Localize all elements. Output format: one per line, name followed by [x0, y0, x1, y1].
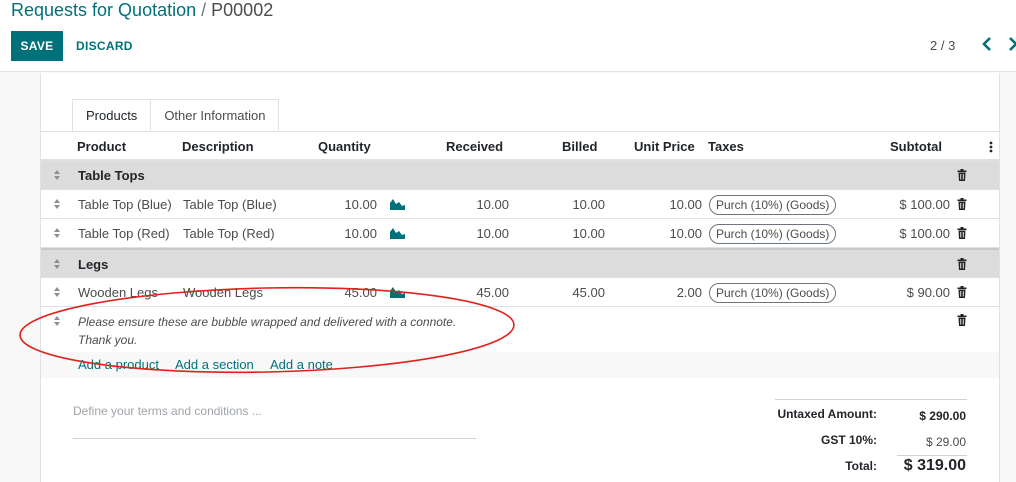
- description-cell[interactable]: Table Top (Red): [183, 226, 275, 241]
- trash-icon[interactable]: [957, 198, 967, 210]
- discard-button[interactable]: DISCARD: [76, 31, 133, 61]
- table-header: Product Description Quantity Received Bi…: [41, 132, 999, 161]
- trash-icon[interactable]: [957, 258, 967, 270]
- terms-placeholder: Define your terms and conditions ...: [73, 404, 262, 418]
- add-section-link[interactable]: Add a section: [175, 357, 254, 372]
- received-cell[interactable]: 10.00: [451, 197, 509, 212]
- section-row[interactable]: Legs: [41, 248, 999, 278]
- column-taxes[interactable]: Taxes: [708, 139, 744, 154]
- note-line-2: Thank you.: [78, 333, 138, 347]
- gst-value: $ 29.00: [925, 435, 966, 449]
- column-billed[interactable]: Billed: [562, 139, 597, 154]
- tax-tag[interactable]: Purch (10%) (Goods): [709, 195, 837, 215]
- optional-columns-icon[interactable]: [989, 141, 993, 153]
- totals-divider: [775, 399, 967, 400]
- column-quantity[interactable]: Quantity: [318, 139, 371, 154]
- subtotal-cell: $ 100.00: [899, 226, 950, 241]
- product-cell[interactable]: Table Top (Red): [78, 226, 170, 241]
- note-row[interactable]: Please ensure these are bubble wrapped a…: [41, 307, 999, 352]
- untaxed-amount-value: $ 290.00: [919, 409, 966, 423]
- section-title[interactable]: Table Tops: [78, 168, 145, 183]
- drag-handle-icon[interactable]: [53, 227, 61, 239]
- untaxed-amount-label: Untaxed Amount:: [777, 407, 877, 421]
- product-cell[interactable]: Table Top (Blue): [78, 197, 172, 212]
- section-row[interactable]: Table Tops: [41, 161, 999, 190]
- tax-tag[interactable]: Purch (10%) (Goods): [709, 224, 837, 244]
- drag-handle-icon[interactable]: [53, 286, 61, 298]
- total-value: $ 319.00: [903, 457, 966, 474]
- received-cell[interactable]: 10.00: [451, 226, 509, 241]
- drag-handle-icon[interactable]: [53, 198, 61, 210]
- description-cell[interactable]: Wooden Legs: [183, 285, 263, 300]
- trash-icon[interactable]: [957, 169, 967, 181]
- billed-cell[interactable]: 10.00: [546, 226, 605, 241]
- quantity-cell[interactable]: 10.00: [321, 197, 377, 212]
- column-received[interactable]: Received: [446, 139, 503, 154]
- tax-tag[interactable]: Purch (10%) (Goods): [709, 283, 837, 303]
- drag-handle-icon[interactable]: [53, 258, 61, 270]
- unit-price-cell[interactable]: 10.00: [637, 226, 702, 241]
- chevron-left-icon[interactable]: [980, 36, 994, 52]
- pager-counter: 2 / 3: [930, 38, 956, 53]
- section-title[interactable]: Legs: [78, 257, 108, 272]
- breadcrumb-parent-link[interactable]: Requests for Quotation: [11, 0, 196, 20]
- add-product-link[interactable]: Add a product: [78, 357, 159, 372]
- drag-handle-icon[interactable]: [53, 169, 61, 181]
- column-description[interactable]: Description: [182, 139, 254, 154]
- add-line-row: Add a product Add a section Add a note: [41, 352, 999, 378]
- product-cell[interactable]: Wooden Legs: [78, 285, 158, 300]
- forecast-chart-icon[interactable]: [390, 198, 405, 210]
- add-note-link[interactable]: Add a note: [270, 357, 333, 372]
- column-product[interactable]: Product: [77, 139, 126, 154]
- received-cell[interactable]: 45.00: [451, 285, 509, 300]
- column-unit-price[interactable]: Unit Price: [634, 139, 695, 154]
- subtotal-cell: $ 100.00: [899, 197, 950, 212]
- trash-icon[interactable]: [957, 286, 967, 298]
- drag-handle-icon[interactable]: [53, 315, 61, 327]
- chevron-right-icon[interactable]: [1006, 36, 1016, 52]
- breadcrumb-current: P00002: [211, 0, 274, 20]
- unit-price-cell[interactable]: 10.00: [637, 197, 702, 212]
- table-row[interactable]: Table Top (Blue) Table Top (Blue) 10.00 …: [41, 190, 999, 219]
- column-subtotal[interactable]: Subtotal: [890, 139, 942, 154]
- breadcrumb: Requests for Quotation / P00002: [11, 0, 273, 21]
- gst-label: GST 10%:: [820, 433, 877, 447]
- quantity-cell[interactable]: 45.00: [321, 285, 377, 300]
- billed-cell[interactable]: 10.00: [546, 197, 605, 212]
- grand-total-divider: [897, 455, 967, 456]
- terms-input[interactable]: Define your terms and conditions ...: [73, 404, 476, 439]
- breadcrumb-separator: /: [201, 0, 207, 20]
- forecast-chart-icon[interactable]: [390, 227, 405, 239]
- table-row[interactable]: Wooden Legs Wooden Legs 45.00 45.00 45.0…: [41, 278, 999, 307]
- note-line-1: Please ensure these are bubble wrapped a…: [78, 315, 457, 329]
- notebook-tabs: Products Other Information: [72, 99, 280, 132]
- trash-icon[interactable]: [957, 314, 967, 326]
- trash-icon[interactable]: [957, 227, 967, 239]
- tab-other-information[interactable]: Other Information: [150, 99, 280, 132]
- unit-price-cell[interactable]: 2.00: [637, 285, 702, 300]
- billed-cell[interactable]: 45.00: [546, 285, 605, 300]
- table-row[interactable]: Table Top (Red) Table Top (Red) 10.00 10…: [41, 219, 999, 248]
- quantity-cell[interactable]: 10.00: [321, 226, 377, 241]
- description-cell[interactable]: Table Top (Blue): [183, 197, 277, 212]
- forecast-chart-icon[interactable]: [390, 286, 405, 298]
- control-panel: Requests for Quotation / P00002 SAVE DIS…: [0, 0, 1016, 72]
- save-button[interactable]: SAVE: [11, 31, 63, 61]
- tab-products[interactable]: Products: [72, 99, 152, 132]
- note-text[interactable]: Please ensure these are bubble wrapped a…: [78, 313, 456, 349]
- subtotal-cell: $ 90.00: [906, 285, 950, 300]
- total-label: Total:: [845, 459, 877, 473]
